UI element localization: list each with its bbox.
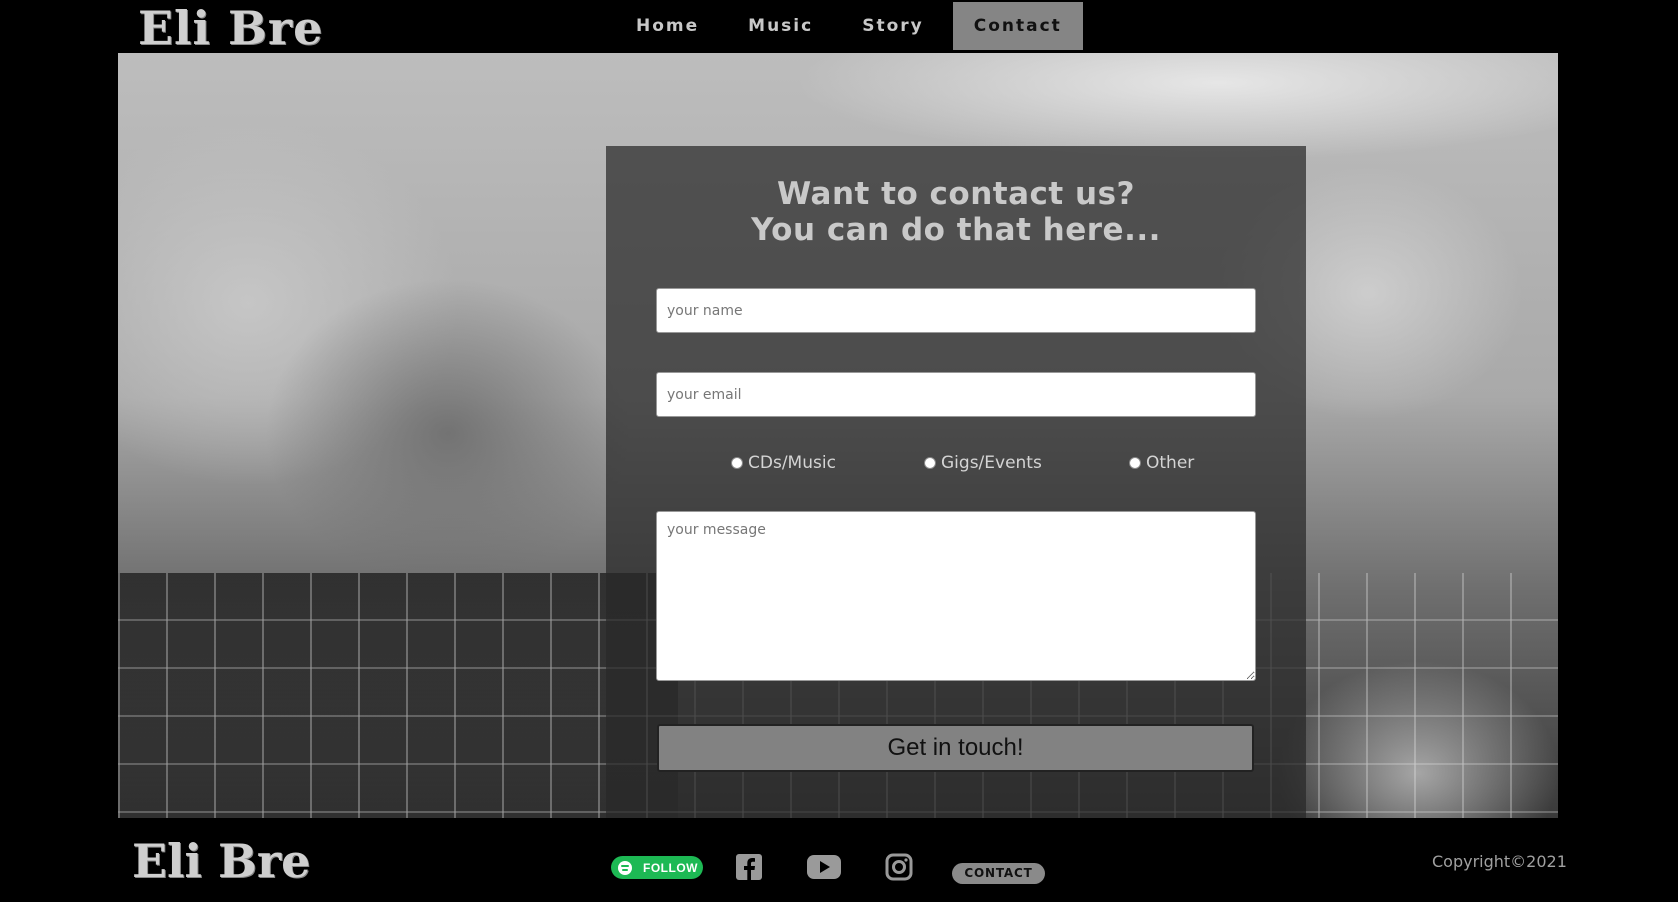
spotify-follow-button[interactable]: FOLLOW (611, 856, 703, 879)
radio-other[interactable]: Other (1129, 453, 1194, 473)
site-logo[interactable]: Eli Bre (138, 0, 323, 55)
nav-story[interactable]: Story (842, 2, 944, 50)
nav-home[interactable]: Home (616, 2, 719, 50)
email-input[interactable] (656, 372, 1256, 417)
form-title: Want to contact us? You can do that here… (606, 176, 1306, 248)
footer-logo[interactable]: Eli Bre (132, 834, 310, 888)
radio-button[interactable] (731, 457, 743, 469)
radio-label: CDs/Music (748, 453, 836, 473)
radio-label: Gigs/Events (941, 453, 1042, 473)
spotify-icon (618, 860, 632, 875)
footer-contact-button[interactable]: CONTACT (952, 863, 1045, 884)
nav-contact[interactable]: Contact (952, 2, 1083, 50)
radio-cds-music[interactable]: CDs/Music (731, 453, 836, 473)
instagram-icon[interactable] (885, 853, 913, 881)
main-nav: Home Music Story Contact (616, 2, 1092, 50)
form-title-line2: You can do that here... (751, 212, 1161, 248)
radio-label: Other (1146, 453, 1195, 473)
topic-radio-group: CDs/Music Gigs/Events Other (606, 453, 1306, 477)
facebook-icon[interactable] (735, 853, 763, 881)
radio-gigs-events[interactable]: Gigs/Events (924, 453, 1042, 473)
name-input[interactable] (656, 288, 1256, 333)
spotify-follow-label: FOLLOW (643, 860, 698, 875)
contact-form-panel: Want to contact us? You can do that here… (606, 146, 1306, 818)
form-title-line1: Want to contact us? (776, 176, 1136, 212)
youtube-icon[interactable] (807, 854, 841, 880)
radio-button[interactable] (924, 457, 936, 469)
nav-music[interactable]: Music (728, 2, 833, 50)
radio-button[interactable] (1129, 457, 1141, 469)
hero-background-image: Want to contact us? You can do that here… (118, 53, 1558, 818)
get-in-touch-button[interactable]: Get in touch! (657, 724, 1254, 772)
copyright-text: Copyright©2021 (1432, 852, 1567, 871)
message-textarea[interactable] (656, 511, 1256, 681)
